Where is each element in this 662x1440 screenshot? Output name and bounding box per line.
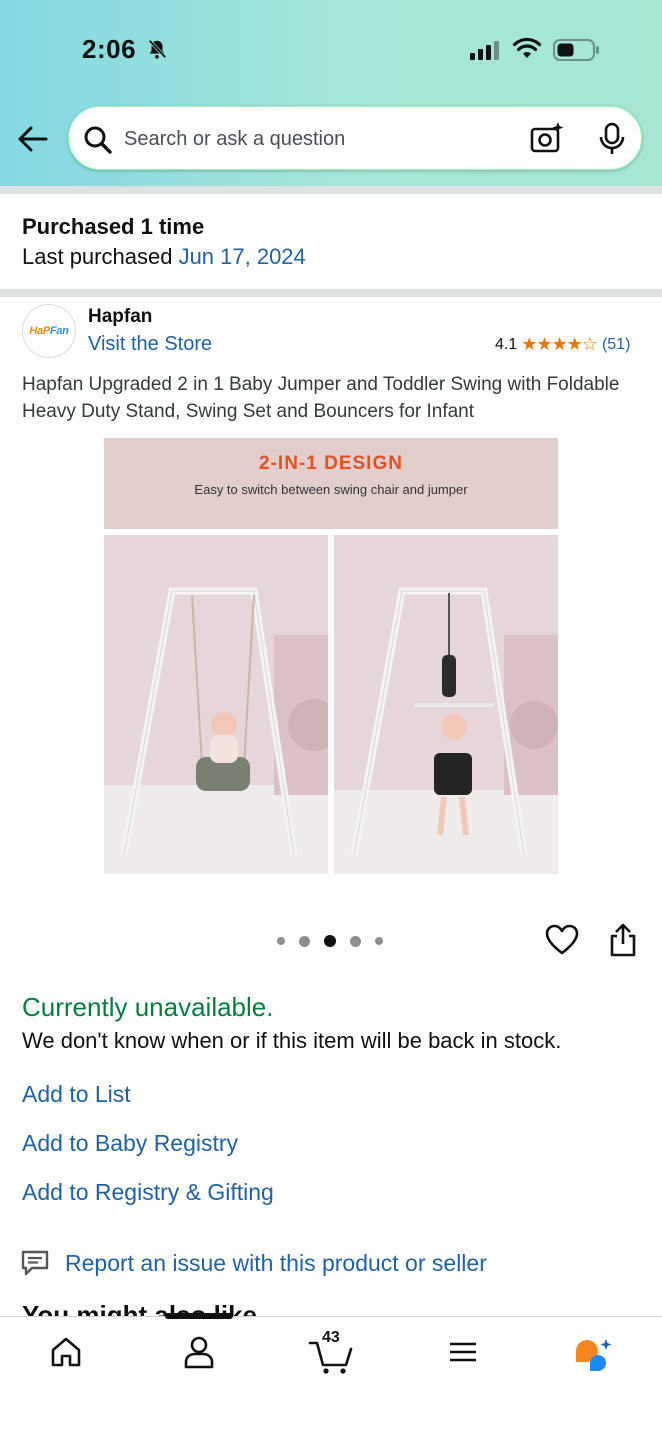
brand-logo-text-b: Fan (49, 325, 69, 337)
brand-logo[interactable]: HaPFan (22, 304, 76, 358)
menu-icon[interactable] (448, 1335, 478, 1369)
add-to-list-link[interactable]: Add to List (22, 1081, 131, 1108)
brand-name: Hapfan (88, 306, 153, 327)
visit-store-link[interactable]: Visit the Store (88, 333, 212, 356)
section-divider (0, 186, 662, 194)
share-icon[interactable] (608, 922, 638, 958)
carousel-dot[interactable] (299, 935, 310, 947)
wifi-icon (512, 37, 542, 58)
add-to-baby-registry-link[interactable]: Add to Baby Registry (22, 1130, 238, 1157)
rating-value: 4.1 (495, 335, 518, 353)
last-purchased-date[interactable]: Jun 17, 2024 (179, 244, 306, 269)
account-icon[interactable] (183, 1335, 215, 1369)
search-icon (84, 126, 112, 154)
search-bar[interactable]: Search or ask a question (68, 106, 642, 170)
carousel-dot[interactable] (350, 935, 361, 947)
cart-button[interactable]: 43 (308, 1329, 354, 1375)
rufus-icon[interactable] (572, 1335, 614, 1373)
star-rating-icon: ★★★★☆ (521, 334, 598, 354)
search-input[interactable]: Search or ask a question (124, 128, 345, 151)
app-header: 2:06 Search or ask a question (0, 0, 662, 186)
product-image[interactable]: 2-IN-1 DESIGN Easy to switch between swi… (104, 438, 558, 874)
swing-photo (104, 535, 328, 874)
rating-summary[interactable]: 4.1 ★★★★☆ (51) (495, 334, 630, 355)
section-divider (0, 289, 662, 297)
image-banner: 2-IN-1 DESIGN Easy to switch between swi… (104, 438, 558, 529)
nav-active-indicator (165, 1313, 233, 1319)
camera-sparkle-icon[interactable] (529, 121, 565, 157)
bell-slash-icon (148, 39, 167, 59)
last-purchased-label: Last purchased (22, 244, 173, 269)
purchased-count: Purchased 1 time (22, 214, 205, 239)
home-icon[interactable] (50, 1335, 82, 1369)
add-to-registry-gifting-link[interactable]: Add to Registry & Gifting (22, 1179, 274, 1206)
heart-icon[interactable] (545, 924, 579, 956)
carousel-dot[interactable] (375, 937, 383, 945)
microphone-icon[interactable] (597, 122, 627, 156)
jumper-photo (334, 535, 558, 874)
bottom-nav: 43 (0, 1313, 662, 1440)
availability-message: We don't know when or if this item will … (22, 1028, 562, 1053)
carousel-dot-active[interactable] (324, 935, 336, 947)
carousel-dot[interactable] (277, 937, 285, 945)
signal-icon (470, 40, 499, 60)
status-time: 2:06 (82, 34, 137, 64)
last-purchased: Last purchased Jun 17, 2024 (22, 244, 306, 270)
report-issue-icon (21, 1250, 49, 1276)
battery-icon (553, 39, 599, 61)
carousel-dots[interactable] (277, 935, 383, 947)
review-count[interactable]: (51) (602, 336, 630, 354)
cart-count-badge: 43 (322, 1329, 340, 1346)
report-issue-link[interactable]: Report an issue with this product or sel… (65, 1250, 487, 1277)
brand-logo-text-a: HaP (29, 325, 50, 337)
back-arrow-icon[interactable] (16, 122, 50, 156)
image-banner-title: 2-IN-1 DESIGN (259, 453, 403, 474)
image-banner-subtitle: Easy to switch between swing chair and j… (194, 482, 468, 497)
product-title: Hapfan Upgraded 2 in 1 Baby Jumper and T… (22, 374, 620, 422)
availability-status: Currently unavailable. (22, 992, 274, 1022)
